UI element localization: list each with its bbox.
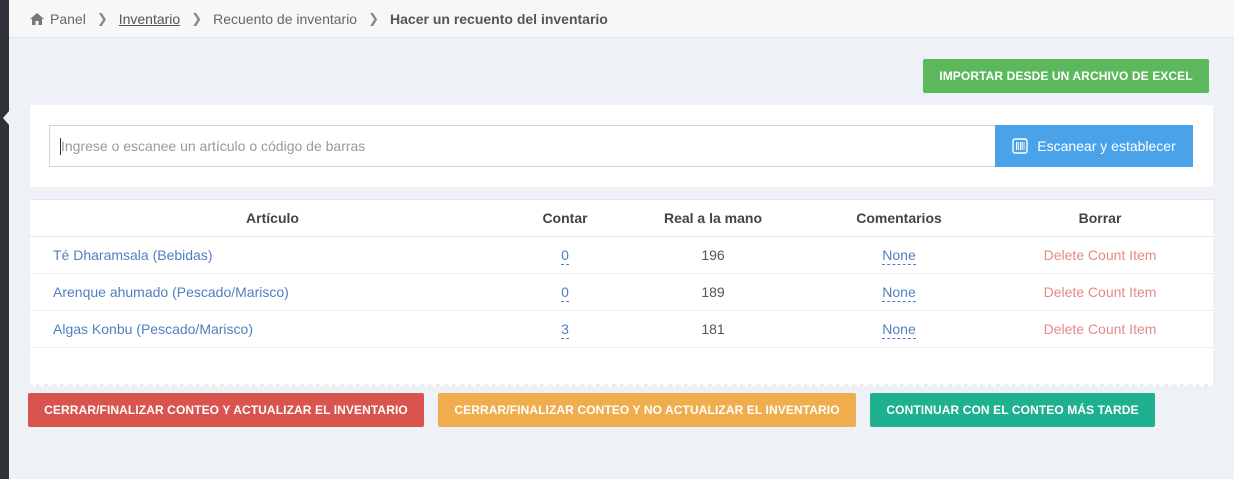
on-hand-value: 196 bbox=[615, 236, 811, 274]
home-icon bbox=[30, 12, 44, 25]
chevron-right-icon: ❯ bbox=[191, 10, 203, 26]
column-header-item[interactable]: Artículo bbox=[30, 199, 515, 237]
item-link[interactable]: Arenque ahumado (Pescado/Marisco) bbox=[53, 284, 289, 300]
count-editable[interactable]: 3 bbox=[561, 321, 569, 339]
count-items-table: Artículo Contar Real a la mano Comentari… bbox=[30, 199, 1213, 386]
chevron-right-icon: ❯ bbox=[368, 10, 380, 26]
sidebar-edge bbox=[0, 0, 10, 479]
delete-count-item-link[interactable]: Delete Count Item bbox=[1044, 247, 1157, 263]
item-link[interactable]: Algas Konbu (Pescado/Marisco) bbox=[53, 321, 253, 337]
continue-count-later-button[interactable]: CONTINUAR CON EL CONTEO MÁS TARDE bbox=[870, 393, 1155, 427]
scan-and-set-button[interactable]: Escanear y establecer bbox=[995, 125, 1193, 167]
count-editable[interactable]: 0 bbox=[561, 247, 569, 265]
comments-editable[interactable]: None bbox=[882, 284, 916, 302]
close-and-update-inventory-button[interactable]: CERRAR/FINALIZAR CONTEO Y ACTUALIZAR EL … bbox=[28, 393, 424, 427]
comments-editable[interactable]: None bbox=[882, 321, 916, 339]
barcode-icon bbox=[1012, 138, 1028, 154]
count-editable[interactable]: 0 bbox=[561, 284, 569, 302]
sidebar-toggle-notch[interactable] bbox=[3, 110, 10, 126]
close-without-updating-inventory-button[interactable]: CERRAR/FINALIZAR CONTEO Y NO ACTUALIZAR … bbox=[438, 393, 856, 427]
text-caret bbox=[60, 138, 61, 155]
comments-editable[interactable]: None bbox=[882, 247, 916, 265]
breadcrumb-inventory[interactable]: Inventario bbox=[119, 11, 180, 27]
torn-edge-decoration bbox=[30, 382, 1213, 388]
delete-count-item-link[interactable]: Delete Count Item bbox=[1044, 321, 1157, 337]
chevron-right-icon: ❯ bbox=[96, 10, 108, 26]
item-link[interactable]: Té Dharamsala (Bebidas) bbox=[53, 247, 213, 263]
column-header-on-hand[interactable]: Real a la mano bbox=[615, 199, 811, 237]
on-hand-value: 181 bbox=[615, 310, 811, 348]
scan-button-label: Escanear y establecer bbox=[1037, 138, 1176, 154]
column-header-count[interactable]: Contar bbox=[515, 199, 615, 237]
breadcrumb-home-label: Panel bbox=[50, 10, 86, 27]
column-header-delete[interactable]: Borrar bbox=[987, 199, 1213, 237]
breadcrumb-current: Hacer un recuento del inventario bbox=[390, 10, 608, 27]
table-row: Té Dharamsala (Bebidas) 0 196 None Delet… bbox=[30, 236, 1213, 274]
breadcrumb-count[interactable]: Recuento de inventario bbox=[213, 11, 357, 27]
count-table-panel: Artículo Contar Real a la mano Comentari… bbox=[30, 199, 1213, 388]
table-row: Algas Konbu (Pescado/Marisco) 3 181 None… bbox=[30, 310, 1213, 348]
column-header-comments[interactable]: Comentarios bbox=[811, 199, 987, 237]
delete-count-item-link[interactable]: Delete Count Item bbox=[1044, 284, 1157, 300]
table-row: Arenque ahumado (Pescado/Marisco) 0 189 … bbox=[30, 273, 1213, 311]
breadcrumb: Panel ❯ Inventario ❯ Recuento de inventa… bbox=[9, 0, 1234, 38]
table-header-row: Artículo Contar Real a la mano Comentari… bbox=[30, 199, 1213, 237]
breadcrumb-home[interactable]: Panel bbox=[30, 11, 86, 27]
on-hand-value: 189 bbox=[615, 273, 811, 311]
item-search-input[interactable] bbox=[49, 125, 996, 167]
table-empty-row bbox=[30, 347, 1213, 386]
search-panel: Escanear y establecer bbox=[30, 105, 1213, 187]
import-excel-button[interactable]: IMPORTAR DESDE UN ARCHIVO DE EXCEL bbox=[923, 59, 1209, 93]
